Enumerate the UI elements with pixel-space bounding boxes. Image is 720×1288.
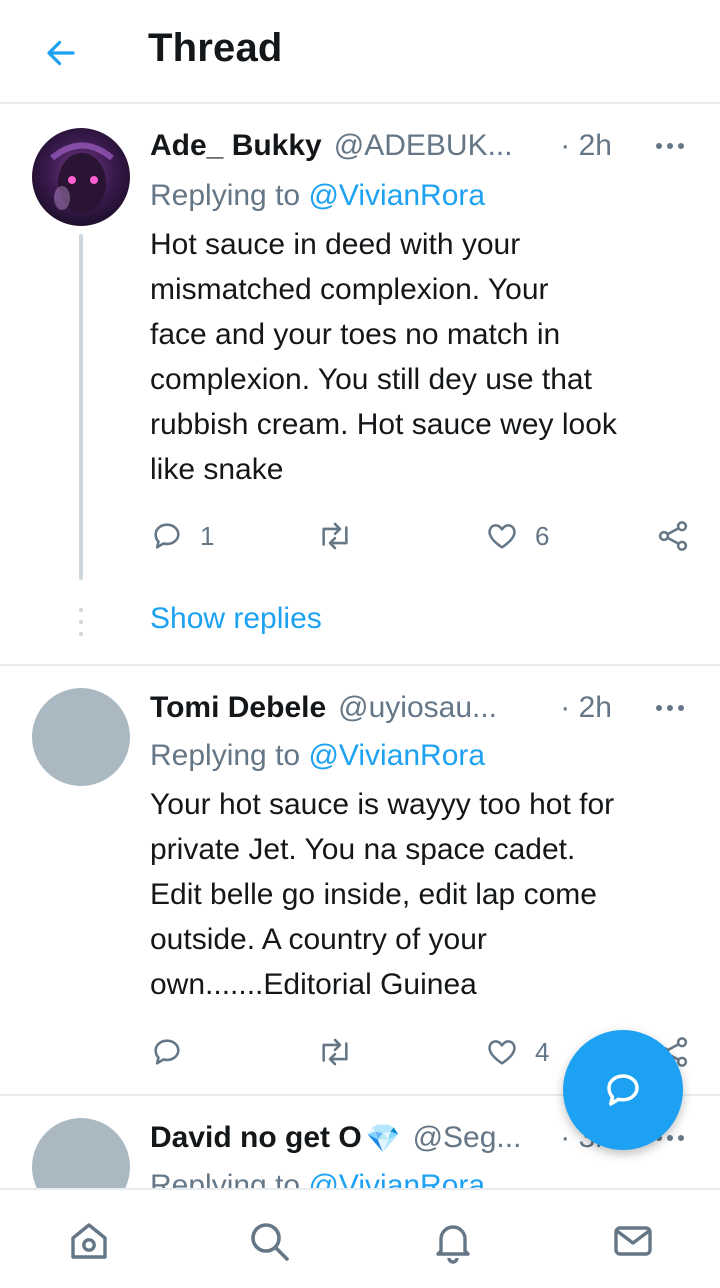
mention-link[interactable]: @VivianRora: [308, 739, 485, 772]
heart-icon: [488, 524, 516, 549]
thread-connector: [79, 234, 83, 580]
tweet-text-line: face and your toes no match in: [150, 318, 561, 351]
nav-search[interactable]: [244, 1216, 294, 1266]
retweet-button[interactable]: [315, 516, 371, 556]
author-name[interactable]: Tomi Debele: [150, 691, 326, 725]
share-button[interactable]: [655, 516, 691, 556]
home-icon: [71, 1223, 107, 1259]
arrow-left-icon: [47, 40, 75, 66]
tweet-text-line: own.......Editorial Guinea: [150, 968, 477, 1001]
more-icon: [656, 705, 684, 711]
reply-count: 1: [200, 520, 215, 551]
replying-to: Replying to @VivianRora: [150, 176, 485, 216]
avatar[interactable]: [32, 1118, 130, 1188]
avatar[interactable]: [32, 128, 130, 226]
author-name[interactable]: David no get O: [150, 1121, 362, 1155]
like-count: 4: [535, 1036, 550, 1067]
tweet-time: · 2h: [560, 691, 612, 724]
heart-icon: [488, 1040, 516, 1065]
compose-reply-button[interactable]: [563, 1030, 683, 1150]
like-button[interactable]: 6: [485, 516, 549, 556]
reply-button[interactable]: 1: [150, 516, 214, 556]
more-options-button[interactable]: [650, 688, 690, 728]
tweet-time: · 2h: [560, 129, 612, 162]
author-handle[interactable]: @ADEBUK...: [334, 129, 513, 163]
like-button[interactable]: 4: [485, 1032, 549, 1072]
search-icon: [251, 1223, 289, 1261]
messages-icon: [614, 1226, 652, 1256]
author-name[interactable]: Ade_ Bukky: [150, 129, 322, 163]
author-handle[interactable]: @Seg...: [413, 1121, 522, 1155]
share-icon: [658, 521, 688, 551]
tweet-header: Ade_ Bukky @ADEBUK... · 2h: [150, 126, 690, 166]
thread-feed[interactable]: Ade_ Bukky @ADEBUK... · 2h Replying to @…: [0, 106, 720, 1188]
bottom-navigation: [0, 1188, 720, 1288]
tweet-text-line: mismatched complexion. Your: [150, 273, 549, 306]
page-title: Thread: [148, 26, 283, 70]
avatar-photo: [50, 142, 114, 213]
show-replies-link[interactable]: Show replies: [150, 602, 322, 636]
retweet-button[interactable]: [315, 1032, 371, 1072]
diamond-emoji: 💎: [365, 1122, 401, 1154]
tweet-text-line: Hot sauce in deed with your: [150, 228, 521, 261]
tweet[interactable]: Ade_ Bukky @ADEBUK... · 2h Replying to @…: [0, 106, 720, 666]
reply-button[interactable]: [150, 1032, 200, 1072]
nav-notifications[interactable]: [428, 1216, 478, 1266]
author-handle[interactable]: @uyiosau...: [338, 691, 497, 725]
thread-ellipsis: [79, 608, 83, 644]
top-bar: Thread: [0, 0, 720, 104]
tweet-text-line: Your hot sauce is wayyy too hot for: [150, 788, 615, 821]
replying-to: Replying to @VivianRora: [150, 1166, 485, 1188]
tweet-text-line: complexion. You still dey use that: [150, 363, 592, 396]
tweet-text-line: like snake: [150, 453, 284, 486]
nav-messages[interactable]: [608, 1216, 658, 1266]
nav-home[interactable]: [64, 1216, 114, 1266]
mention-link[interactable]: @VivianRora: [308, 179, 485, 212]
like-count: 6: [535, 520, 550, 551]
back-button[interactable]: [38, 30, 84, 76]
replying-prefix: Replying to: [150, 739, 309, 772]
tweet-text: Your hot sauce is wayyy too hot for priv…: [150, 782, 698, 1007]
tweet-text: Hot sauce in deed with your mismatched c…: [150, 222, 698, 492]
retweet-icon: [322, 522, 348, 550]
reply-icon: [154, 1039, 180, 1065]
tweet-actions: 1 6: [150, 516, 695, 556]
notifications-icon: [436, 1225, 470, 1264]
avatar[interactable]: [32, 688, 130, 786]
replying-to: Replying to @VivianRora: [150, 736, 485, 776]
mention-link[interactable]: @VivianRora: [308, 1169, 485, 1188]
replying-prefix: Replying to: [150, 179, 309, 212]
replying-prefix: Replying to: [150, 1169, 309, 1188]
more-options-button[interactable]: [650, 126, 690, 166]
reply-icon: [154, 523, 180, 549]
tweet-text-line: outside. A country of your: [150, 923, 487, 956]
tweet-text-line: Edit belle go inside, edit lap come: [150, 878, 597, 911]
more-icon: [656, 143, 684, 149]
tweet-text-line: rubbish cream. Hot sauce wey look: [150, 408, 617, 441]
retweet-icon: [322, 1038, 348, 1066]
reply-bubble-icon: [607, 1074, 639, 1106]
tweet-text-line: private Jet. You na space cadet.: [150, 833, 576, 866]
tweet-header: Tomi Debele @uyiosau... · 2h: [150, 688, 690, 728]
